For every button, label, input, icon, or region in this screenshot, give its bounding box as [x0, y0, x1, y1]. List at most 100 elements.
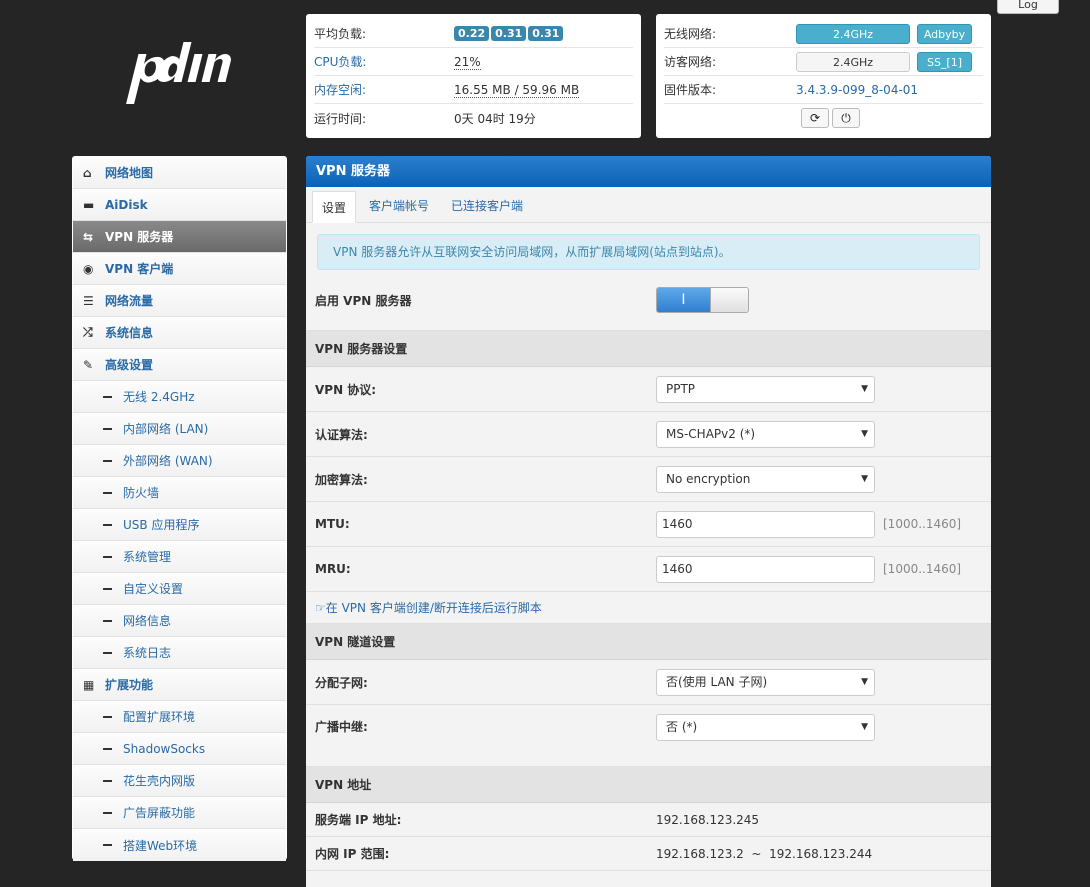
sidebar-subitem-label: 广告屏蔽功能: [123, 806, 196, 820]
sidebar-subitem[interactable]: 系统日志: [73, 637, 286, 669]
ip-range-value: 192.168.123.2 ~ 192.168.123.244: [656, 846, 873, 861]
caret-down-icon: ▼: [861, 676, 868, 687]
grid-icon: ▦: [83, 677, 95, 692]
tab-client-accounts[interactable]: 客户端帐号: [360, 190, 438, 222]
sidebar-item-vpn-client[interactable]: ◉ VPN 客户端: [73, 253, 286, 285]
auth-label: 认证算法:: [315, 427, 368, 442]
sidebar-item-label: AiDisk: [105, 197, 148, 212]
sidebar-item-label: 网络地图: [105, 166, 154, 180]
sidebar-item-traffic[interactable]: ☰ 网络流量: [73, 285, 286, 317]
load-row: 平均负载: 0.22 0.31 0.31: [314, 20, 633, 48]
protocol-label: VPN 协议:: [315, 382, 377, 397]
enable-row: 启用 VPN 服务器 I: [306, 270, 991, 331]
mtu-row: MTU: 1460 [1000..1460]: [306, 502, 991, 547]
sidebar-subitem-label: 搭建Web环境: [123, 838, 198, 853]
shutdown-button[interactable]: ⏻: [832, 108, 860, 128]
sidebar-subitem[interactable]: 花生壳内网版: [73, 765, 286, 797]
list-icon: ☰: [83, 293, 94, 308]
guest-24ghz-button[interactable]: 2.4GHz: [796, 51, 910, 72]
sidebar-subitem[interactable]: 外部网络 (WAN): [73, 445, 286, 477]
encryption-select[interactable]: No encryption ▼: [656, 465, 875, 493]
load-badge: 0.31: [528, 26, 564, 41]
subnet-select[interactable]: 否(使用 LAN 子网) ▼: [656, 668, 875, 696]
adbyby-button[interactable]: Adbyby: [917, 23, 972, 44]
sidebar-subitem[interactable]: ShadowSocks: [73, 733, 286, 765]
dash-icon: [103, 748, 123, 750]
sidebar-item-aidisk[interactable]: ▬ AiDisk: [73, 189, 286, 221]
sidebar-subitem-label: 花生壳内网版: [123, 774, 196, 788]
sidebar-subitem-label: 防火墙: [123, 486, 160, 500]
mru-input[interactable]: 1460: [656, 555, 875, 583]
enable-label: 启用 VPN 服务器: [315, 293, 412, 308]
uptime-value: 0天 04时 19分: [454, 111, 536, 126]
encryption-label: 加密算法:: [315, 472, 368, 487]
sidebar-item-system-info[interactable]: ⤮ 系统信息: [73, 317, 286, 349]
wireless-row: 无线网络: 2.4GHz Adbyby: [664, 20, 983, 48]
dash-icon: [103, 812, 123, 814]
sidebar-item-network-map[interactable]: ⌂ 网络地图: [73, 157, 286, 189]
toggle-off: [710, 288, 748, 312]
relay-select[interactable]: 否 (*) ▼: [656, 714, 875, 741]
cpu-link[interactable]: CPU负载:: [314, 53, 454, 70]
sidebar-item-label: 扩展功能: [105, 678, 154, 692]
refresh-icon: ⟳: [809, 111, 821, 125]
guest-label: 访客网络:: [664, 55, 717, 69]
sidebar-subitem[interactable]: 无线 2.4GHz: [73, 381, 286, 413]
sidebar-subitem[interactable]: 防火墙: [73, 477, 286, 509]
sidebar-subitem-label: ShadowSocks: [123, 741, 206, 756]
hdd-icon: ▬: [83, 197, 95, 212]
auth-row: 认证算法: MS-CHAPv2 (*) ▼: [306, 412, 991, 457]
sidebar-subitem[interactable]: USB 应用程序: [73, 509, 286, 541]
sidebar-subitem[interactable]: 搭建Web环境: [73, 829, 286, 861]
caret-down-icon: ▼: [861, 473, 868, 484]
firmware-label: 固件版本:: [664, 83, 717, 97]
mem-link[interactable]: 内存空闲:: [314, 81, 454, 98]
ss-button[interactable]: SS_[1]: [917, 51, 972, 72]
retweet-icon: ⇆: [83, 229, 94, 244]
subnet-row: 分配子网: 否(使用 LAN 子网) ▼: [306, 660, 991, 705]
wireless-24ghz-button[interactable]: 2.4GHz: [796, 23, 910, 44]
sidebar-subitem[interactable]: 网络信息: [73, 605, 286, 637]
dash-icon: [103, 620, 123, 622]
protocol-select[interactable]: PPTP ▼: [656, 375, 875, 403]
mtu-input[interactable]: 1460: [656, 510, 875, 538]
sidebar-subitem-label: 网络信息: [123, 614, 172, 628]
sidebar-item-label: VPN 客户端: [105, 262, 174, 276]
sidebar-subitem[interactable]: 内部网络 (LAN): [73, 413, 286, 445]
server-ip-label: 服务端 IP 地址:: [315, 813, 402, 827]
dash-icon: [103, 652, 123, 654]
sidebar-subitem[interactable]: 广告屏蔽功能: [73, 797, 286, 829]
section-server-settings: VPN 服务器设置: [306, 331, 991, 367]
sidebar-subitem-label: 系统管理: [123, 550, 172, 564]
sidebar-item-advanced[interactable]: ✎ 高级设置: [73, 349, 286, 381]
script-link[interactable]: ☞在 VPN 客户端创建/断开连接后运行脚本: [306, 592, 991, 624]
mru-row: MRU: 1460 [1000..1460]: [306, 547, 991, 592]
sidebar-item-label: 高级设置: [105, 358, 154, 372]
tab-settings[interactable]: 设置: [312, 191, 357, 223]
cpu-value: 21%: [454, 54, 481, 70]
power-row: ⟳ ⏻: [664, 104, 983, 132]
sidebar-subitem[interactable]: 配置扩展环境: [73, 701, 286, 733]
uptime-label: 运行时间:: [314, 111, 367, 126]
enable-vpn-toggle[interactable]: I: [656, 287, 749, 313]
sidebar-subitem-label: USB 应用程序: [123, 518, 200, 532]
firmware-link[interactable]: 3.4.3.9-099_8-04-01: [796, 83, 918, 97]
auth-select[interactable]: MS-CHAPv2 (*) ▼: [656, 420, 875, 448]
subnet-label: 分配子网:: [315, 675, 368, 690]
shuffle-icon: ⤮: [83, 325, 93, 339]
sidebar-item-label: 网络流量: [105, 294, 154, 308]
power-icon: ⏻: [841, 111, 851, 125]
relay-value: 否 (*): [666, 720, 698, 734]
sidebar-subitem[interactable]: 自定义设置: [73, 573, 286, 605]
sidebar-item-vpn-server[interactable]: ⇆ VPN 服务器: [73, 221, 286, 253]
sidebar-item-extensions[interactable]: ▦ 扩展功能: [73, 669, 286, 701]
relay-row: 广播中继: 否 (*) ▼: [306, 705, 991, 767]
guest-row: 访客网络: 2.4GHz SS_[1]: [664, 48, 983, 76]
reboot-button[interactable]: ⟳: [801, 108, 829, 128]
dash-icon: [103, 716, 123, 718]
tab-connected-clients[interactable]: 已连接客户端: [442, 190, 532, 222]
mem-row: 内存空闲: 16.55 MB / 59.96 MB: [314, 76, 633, 104]
mtu-label: MTU:: [315, 517, 350, 531]
sidebar-subitem[interactable]: 系统管理: [73, 541, 286, 573]
logout-button[interactable]: Log: [997, 0, 1059, 14]
